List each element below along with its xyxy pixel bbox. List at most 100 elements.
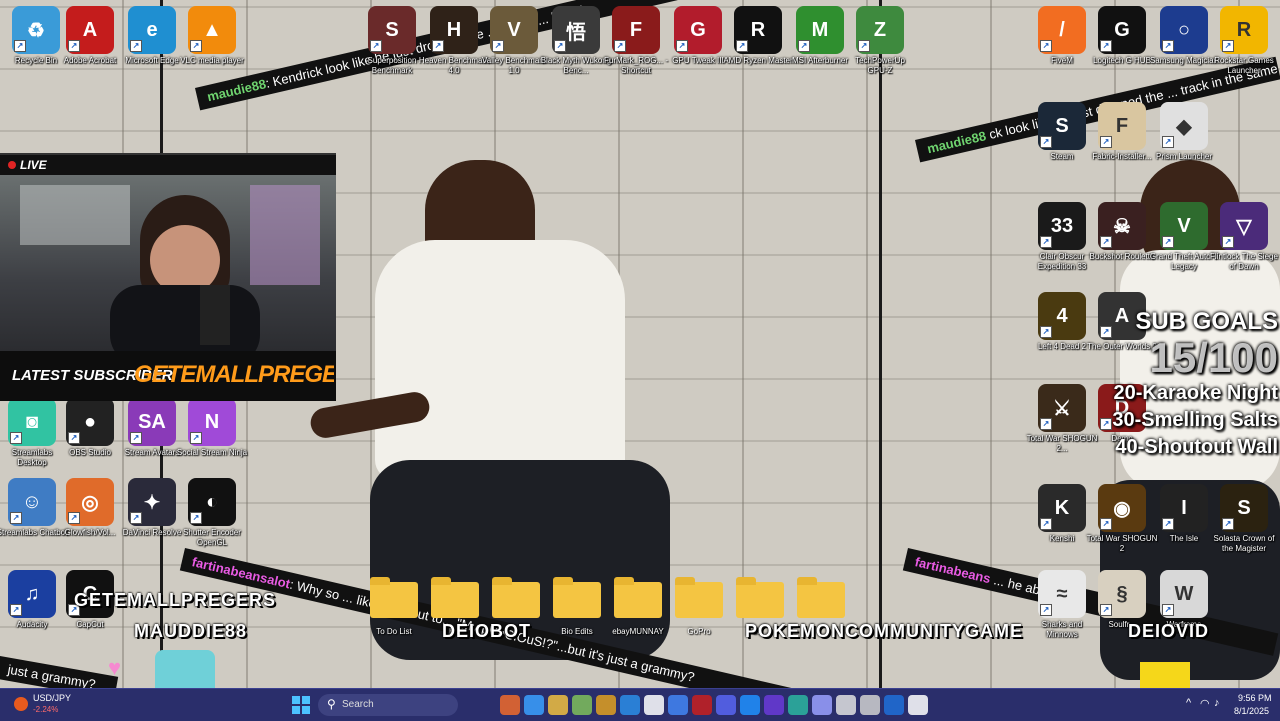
app-icon: K ↗ [1038,484,1086,532]
volume-icon[interactable]: ♪ [1214,697,1220,709]
shortcut-arrow-icon: ↗ [190,40,202,52]
avatar-name: DEIOVID [1128,621,1210,641]
taskbar-app-icon[interactable] [620,695,640,715]
taskbar-app-icon[interactable] [548,695,568,715]
shortcut-arrow-icon: ↗ [1040,136,1052,148]
app-icon: F ↗ [1098,102,1146,150]
live-camera-overlay: LIVE LATEST SUBSCRIBER GETEMALLPREGERS [0,153,336,401]
taskbar-app-icon[interactable] [908,695,928,715]
desktop-icon-label: Social Stream Ninja [176,448,248,457]
avatar-name: POKEMONCOMMUNITYGAME [745,621,1023,641]
desktop-icon[interactable]: R ↗ Rockstar Games Launcher [1208,6,1280,76]
desktop-icon[interactable]: S ↗ Solasta Crown of the Magister [1208,484,1280,554]
shortcut-arrow-icon: ↗ [554,40,566,52]
search-box[interactable]: ⚲ Search [318,694,458,716]
app-icon: S ↗ [1038,102,1086,150]
desktop-icon-label: TechPowerUp GPU-Z [855,56,905,75]
app-icon: S ↗ [1220,484,1268,532]
ticker-symbol[interactable]: USD/JPY [33,693,71,703]
app-icon: F ↗ [612,6,660,54]
app-icon: ✦ ↗ [128,478,176,526]
desktop: maudie88: Kendrick look like he just dro… [0,0,1280,688]
shortcut-arrow-icon: ↗ [1040,40,1052,52]
wifi-icon[interactable]: ◠ [1200,697,1210,710]
shortcut-arrow-icon: ↗ [190,432,202,444]
shortcut-arrow-icon: ↗ [1100,326,1112,338]
shortcut-arrow-icon: ↗ [1100,40,1112,52]
taskbar-app-icon[interactable] [692,695,712,715]
heart-icon: ♥ [108,655,122,680]
folder-icon[interactable] [370,577,418,618]
latest-subscriber-banner: LATEST SUBSCRIBER GETEMALLPREGERS [0,351,336,401]
shortcut-arrow-icon: ↗ [614,40,626,52]
taskbar-app-icon[interactable] [740,695,760,715]
app-icon: 33 ↗ [1038,202,1086,250]
clock-date[interactable]: 8/1/2025 [1234,706,1269,716]
desktop-icon[interactable]: ▲ ↗ VLC media player [176,6,248,66]
shortcut-arrow-icon: ↗ [1222,236,1234,248]
shortcut-arrow-icon: ↗ [492,40,504,52]
app-icon: ◆ ↗ [1160,102,1208,150]
desktop-icon[interactable]: ▽ ↗ Flintlock The Siege of Dawn [1208,202,1280,272]
taskbar-app-icon[interactable] [788,695,808,715]
app-icon: SA ↗ [128,398,176,446]
folder-icon[interactable] [492,577,540,618]
taskbar-app-icon[interactable] [836,695,856,715]
desktop-icon-label: Solasta Crown of the Magister [1213,534,1275,553]
desktop-icon[interactable]: ◆ ↗ Prism Launcher [1148,102,1220,162]
folder-icon[interactable] [431,577,479,618]
folder-icon[interactable] [614,577,662,618]
folder-icon[interactable] [797,577,845,618]
shortcut-arrow-icon: ↗ [1162,236,1174,248]
app-icon: ◉ ↗ [1098,484,1146,532]
taskbar-app-icon[interactable] [596,695,616,715]
app-icon: A ↗ [66,6,114,54]
shortcut-arrow-icon: ↗ [130,40,142,52]
shortcut-arrow-icon: ↗ [1222,518,1234,530]
clock-time[interactable]: 9:56 PM [1238,693,1272,703]
weather-icon [14,697,28,711]
taskbar-app-icon[interactable] [860,695,880,715]
folder-label: ebayMUNNAY [612,627,664,636]
app-icon: ≈ ↗ [1038,570,1086,618]
app-icon: R ↗ [734,6,782,54]
taskbar-app-icon[interactable] [500,695,520,715]
shortcut-arrow-icon: ↗ [130,432,142,444]
taskbar-app-icon[interactable] [812,695,832,715]
webcam-feed [0,175,336,351]
app-icon: § ↗ [1098,570,1146,618]
ticker-change: -2.24% [33,705,59,714]
shortcut-arrow-icon: ↗ [130,512,142,524]
app-icon: ○ ↗ [1160,6,1208,54]
taskbar-app-icon[interactable] [884,695,904,715]
shortcut-arrow-icon: ↗ [190,512,202,524]
folder-icon[interactable] [736,577,784,618]
desktop-icon[interactable]: ◐ ↗ Shutter Encoder OpenGL [176,478,248,548]
taskbar-app-icon[interactable] [524,695,544,715]
windows-icon [292,696,310,714]
app-icon: ♫ ↗ [8,570,56,618]
taskbar-app-icon[interactable] [764,695,784,715]
desktop-icon[interactable]: Z ↗ TechPowerUp GPU-Z [844,6,916,76]
taskbar-app-icon[interactable] [668,695,688,715]
taskbar: USD/JPY -2.24% ⚲ Search ^ ◠ ♪ 9:56 PM 8/… [0,688,1280,721]
app-icon: ◎ ↗ [66,478,114,526]
folder-icon[interactable] [553,577,601,618]
desktop-icon[interactable]: N ↗ Social Stream Ninja [176,398,248,458]
shortcut-arrow-icon: ↗ [736,40,748,52]
search-placeholder: Search [342,699,374,710]
taskbar-app-icon[interactable] [572,695,592,715]
app-icon: ♻ ↗ [12,6,60,54]
taskbar-app-icon[interactable] [644,695,664,715]
folder-icon[interactable] [675,577,723,618]
sub-goals-progress: 15/100 [1149,334,1278,381]
avatar-sprite [155,650,215,688]
shortcut-arrow-icon: ↗ [1040,604,1052,616]
shortcut-arrow-icon: ↗ [1040,518,1052,530]
app-icon: e ↗ [128,6,176,54]
avatar-sprite [1140,662,1190,688]
tray-chevron-icon[interactable]: ^ [1186,697,1191,709]
taskbar-app-icon[interactable] [716,695,736,715]
app-icon: N ↗ [188,398,236,446]
start-button[interactable] [292,696,310,714]
